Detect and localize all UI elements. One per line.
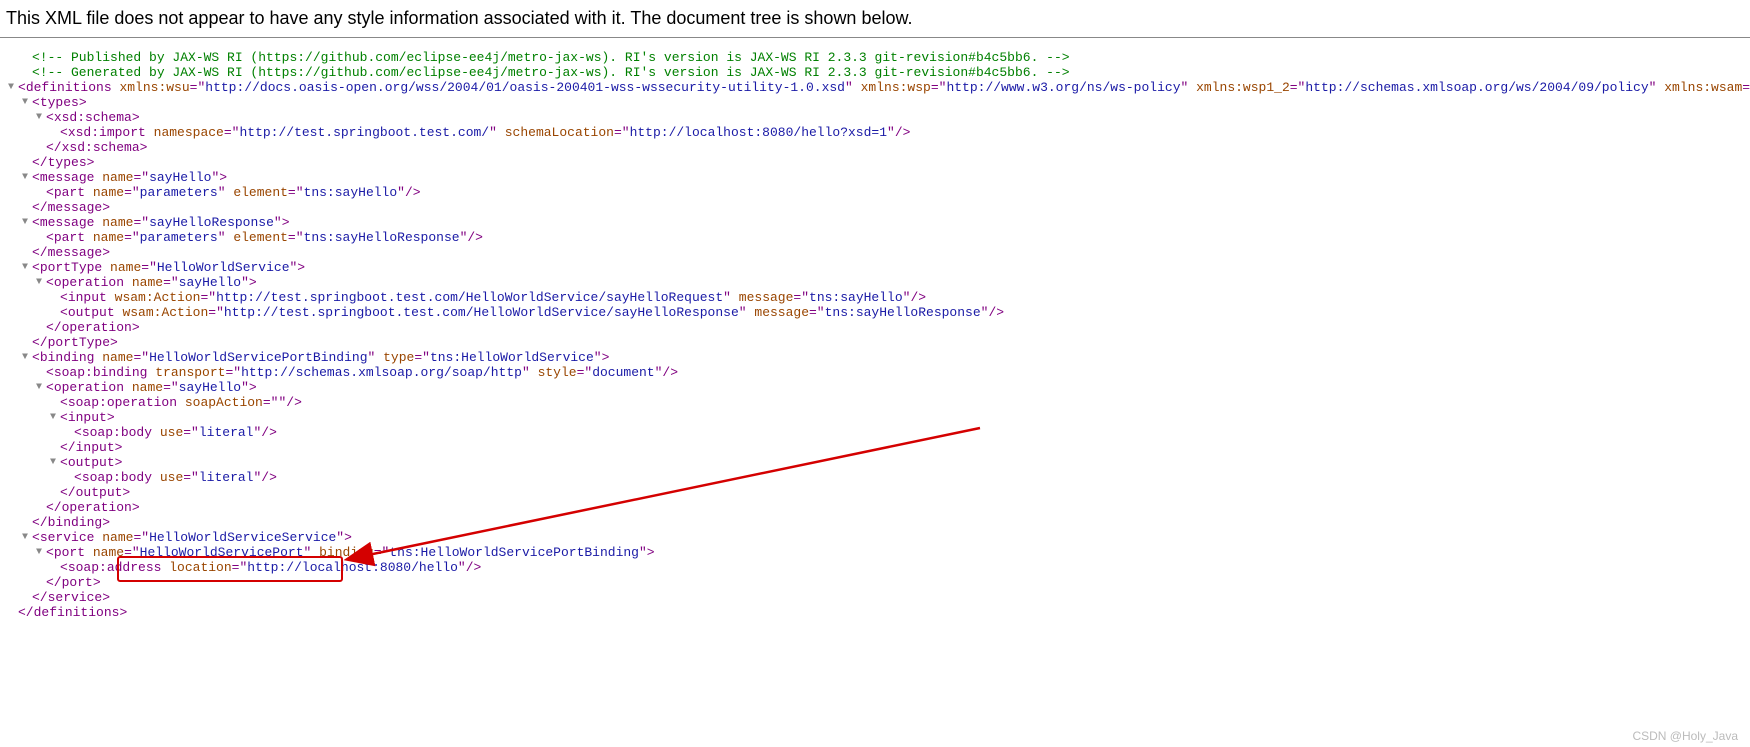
types-open: ▼<types>: [4, 95, 1746, 110]
message-close: </message>: [4, 200, 1746, 215]
expand-toggle-icon[interactable]: ▼: [22, 95, 32, 110]
definitions-open: ▼<definitions xmlns:wsu="http://docs.oas…: [4, 80, 1746, 95]
input-open: ▼<input>: [4, 410, 1746, 425]
message-open: ▼<message name="sayHello">: [4, 170, 1746, 185]
port-close: </port>: [4, 575, 1746, 590]
types-close: </types>: [4, 155, 1746, 170]
expand-toggle-icon[interactable]: ▼: [50, 455, 60, 470]
output-close: </output>: [4, 485, 1746, 500]
part: <part name="parameters" element="tns:say…: [4, 185, 1746, 200]
input: <input wsam:Action="http://test.springbo…: [4, 290, 1746, 305]
operation-open: ▼<operation name="sayHello">: [4, 275, 1746, 290]
port-open: ▼<port name="HelloWorldServicePort" bind…: [4, 545, 1746, 560]
porttype-close: </portType>: [4, 335, 1746, 350]
soap-operation: <soap:operation soapAction=""/>: [4, 395, 1746, 410]
soap-body: <soap:body use="literal"/>: [4, 425, 1746, 440]
xml-comment: <!-- Published by JAX-WS RI (https://git…: [4, 50, 1746, 65]
output: <output wsam:Action="http://test.springb…: [4, 305, 1746, 320]
expand-toggle-icon[interactable]: ▼: [22, 170, 32, 185]
schema-close: </xsd:schema>: [4, 140, 1746, 155]
service-open: ▼<service name="HelloWorldServiceService…: [4, 530, 1746, 545]
expand-toggle-icon[interactable]: ▼: [22, 215, 32, 230]
input-close: </input>: [4, 440, 1746, 455]
soap-address: <soap:address location="http://localhost…: [4, 560, 1746, 575]
watermark: CSDN @Holy_Java: [1632, 729, 1738, 743]
expand-toggle-icon[interactable]: ▼: [36, 275, 46, 290]
binding-close: </binding>: [4, 515, 1746, 530]
expand-toggle-icon[interactable]: ▼: [50, 410, 60, 425]
soap-body: <soap:body use="literal"/>: [4, 470, 1746, 485]
schema-open: ▼<xsd:schema>: [4, 110, 1746, 125]
output-open: ▼<output>: [4, 455, 1746, 470]
xml-comment: <!-- Generated by JAX-WS RI (https://git…: [4, 65, 1746, 80]
expand-toggle-icon[interactable]: ▼: [22, 350, 32, 365]
xml-tree: <!-- Published by JAX-WS RI (https://git…: [0, 38, 1750, 624]
binding-open: ▼<binding name="HelloWorldServicePortBin…: [4, 350, 1746, 365]
expand-toggle-icon[interactable]: ▼: [8, 80, 18, 95]
porttype-open: ▼<portType name="HelloWorldService">: [4, 260, 1746, 275]
operation-open: ▼<operation name="sayHello">: [4, 380, 1746, 395]
xml-info-banner: This XML file does not appear to have an…: [0, 0, 1750, 38]
expand-toggle-icon[interactable]: ▼: [36, 110, 46, 125]
expand-toggle-icon[interactable]: ▼: [36, 545, 46, 560]
expand-toggle-icon[interactable]: ▼: [22, 530, 32, 545]
part: <part name="parameters" element="tns:say…: [4, 230, 1746, 245]
service-close: </service>: [4, 590, 1746, 605]
operation-close: </operation>: [4, 320, 1746, 335]
expand-toggle-icon[interactable]: ▼: [22, 260, 32, 275]
expand-toggle-icon[interactable]: ▼: [36, 380, 46, 395]
xsd-import: <xsd:import namespace="http://test.sprin…: [4, 125, 1746, 140]
message-open: ▼<message name="sayHelloResponse">: [4, 215, 1746, 230]
soap-binding: <soap:binding transport="http://schemas.…: [4, 365, 1746, 380]
message-close: </message>: [4, 245, 1746, 260]
definitions-close: </definitions>: [4, 605, 1746, 620]
operation-close: </operation>: [4, 500, 1746, 515]
